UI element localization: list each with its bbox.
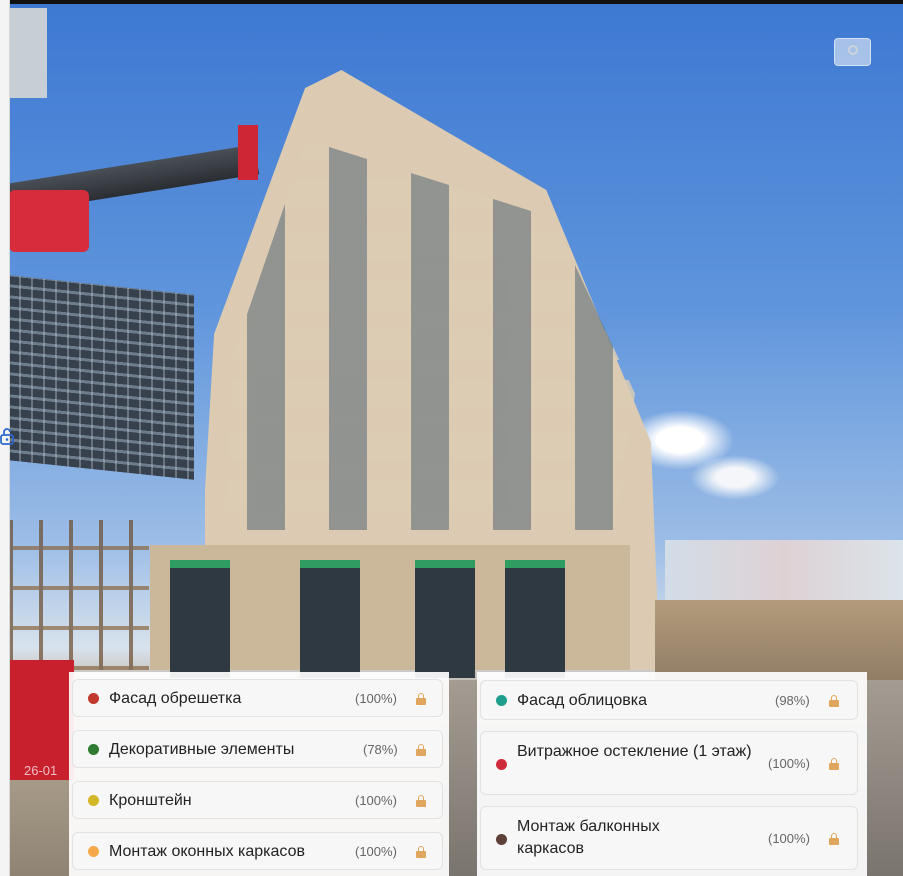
status-dot (496, 695, 507, 706)
storefront-window (170, 560, 230, 678)
storefront-window (505, 560, 565, 678)
crane-head (9, 190, 89, 252)
legend-label: Декоративные элементы (109, 741, 295, 758)
legend-item-window-frames[interactable]: Монтаж оконных каркасов (100%) (72, 832, 443, 870)
status-dot (496, 759, 507, 770)
visibility-toggle-button[interactable] (834, 38, 871, 66)
legend-percent: (100%) (768, 831, 810, 846)
legend-label: Монтаж балконных каркасов (517, 818, 660, 857)
eye-icon (848, 45, 858, 55)
status-dot (88, 795, 99, 806)
legend-label: Фасад облицовка (517, 692, 647, 709)
cloud (690, 455, 780, 500)
lock-icon[interactable] (829, 833, 839, 845)
legend-percent: (78%) (363, 742, 398, 757)
legend-percent: (100%) (768, 756, 810, 771)
legend-percent: (98%) (775, 693, 810, 708)
lock-icon[interactable] (416, 744, 426, 756)
status-dot (88, 693, 99, 704)
lock-icon[interactable] (0, 427, 16, 447)
red-truck (9, 660, 74, 780)
top-border (0, 0, 903, 4)
status-dot (88, 846, 99, 857)
status-dot (88, 744, 99, 755)
date-stamp: 26-01 (24, 763, 58, 778)
lock-icon[interactable] (829, 695, 839, 707)
background-tower (9, 8, 47, 98)
legend-label: Кронштейн (109, 792, 192, 809)
legend-percent: (100%) (355, 793, 397, 808)
lock-icon[interactable] (416, 693, 426, 705)
legend-label: Фасад обрешетка (109, 690, 242, 707)
legend-item-facade-cladding[interactable]: Фасад облицовка (98%) (480, 680, 858, 720)
storefront-window (415, 560, 475, 678)
legend-item-decorative-elements[interactable]: Декоративные элементы (78%) (72, 730, 443, 768)
lock-icon[interactable] (416, 795, 426, 807)
legend-label: Монтаж оконных каркасов (109, 843, 306, 860)
legend-item-facade-lathing[interactable]: Фасад обрешетка (100%) (72, 679, 443, 717)
crane-tip (238, 125, 258, 180)
left-building (9, 275, 194, 480)
legend-item-balcony-frames[interactable]: Монтаж балконных каркасов (100%) (480, 806, 858, 870)
legend-percent: (100%) (355, 691, 397, 706)
legend-percent: (100%) (355, 844, 397, 859)
legend-label: Витражное остекление (1 этаж) (517, 743, 752, 760)
lock-icon[interactable] (416, 846, 426, 858)
legend-item-stained-glass[interactable]: Витражное остекление (1 этаж) (100%) (480, 731, 858, 795)
legend-item-bracket[interactable]: Кронштейн (100%) (72, 781, 443, 819)
storefront-window (300, 560, 360, 678)
scaffolding (9, 520, 149, 670)
status-dot (496, 834, 507, 845)
lock-icon[interactable] (829, 758, 839, 770)
